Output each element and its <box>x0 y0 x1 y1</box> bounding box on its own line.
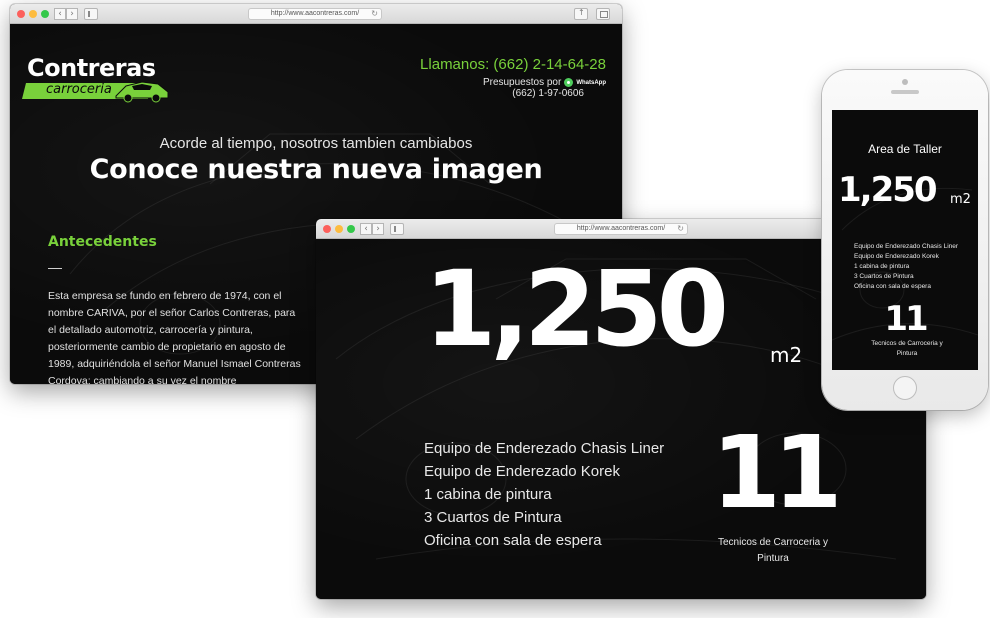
sidebar-toggle-icon[interactable] <box>84 8 98 20</box>
equipment-list: Equipo de Enderezado Chasis Liner Equipo… <box>424 437 664 552</box>
tagline: Acorde al tiempo, nosotros tambien cambi… <box>159 135 473 152</box>
quote-prefix: Presupuestos por <box>482 77 562 88</box>
address-bar-url: http://www.aacontreras.com/ <box>576 225 666 232</box>
section-divider <box>48 268 62 269</box>
navigation-buttons: ‹ › <box>54 8 78 20</box>
phone-camera <box>902 79 908 85</box>
list-item: 1 cabina de pintura <box>854 263 910 270</box>
reload-icon[interactable]: ↻ <box>677 224 684 234</box>
smartphone-mockup: Area de Taller 1,250 m2 Equipo de Endere… <box>822 70 988 410</box>
list-item: 3 Cuartos de Pintura <box>424 509 562 526</box>
back-button[interactable]: ‹ <box>54 8 66 20</box>
phone-number-link[interactable]: Llamanos: (662) 2-14-64-28 <box>420 56 606 73</box>
browser-toolbar: ‹ › http://www.aacontreras.com/ ↻ <box>10 4 622 24</box>
list-item: 3 Cuartos de Pintura <box>854 273 914 280</box>
list-item: 1 cabina de pintura <box>424 486 552 503</box>
zoom-window-button[interactable] <box>347 225 355 233</box>
logo-car-icon <box>115 81 169 103</box>
share-icon[interactable] <box>574 8 588 20</box>
window-controls <box>323 225 355 233</box>
window-controls <box>17 10 49 18</box>
history-paragraph: Esta empresa se fundo en febrero de 1974… <box>48 290 301 384</box>
address-bar-url: http://www.aacontreras.com/ <box>270 10 360 17</box>
phone-technicians-label: Tecnicos de Carroceria y Pintura <box>871 340 943 357</box>
workshop-area-value: 1,250 <box>424 248 729 370</box>
phone-equipment-list: Equipo de Enderezado Chasis Liner Equipo… <box>854 242 958 292</box>
close-window-button[interactable] <box>323 225 331 233</box>
page-headline: Conoce nuestra nueva imagen <box>89 154 543 185</box>
technicians-label: Tecnicos de Carroceria y Pintura <box>717 537 829 564</box>
navigation-buttons: ‹ › <box>360 223 384 235</box>
close-window-button[interactable] <box>17 10 25 18</box>
quote-line: Presupuestos por WhatsApp <box>420 77 606 88</box>
list-item: Oficina con sala de espera <box>424 532 602 549</box>
back-button[interactable]: ‹ <box>360 223 372 235</box>
reload-icon[interactable]: ↻ <box>371 9 378 19</box>
zoom-window-button[interactable] <box>41 10 49 18</box>
technicians-count: 11 <box>711 414 842 531</box>
phone-speaker <box>891 90 919 94</box>
list-item: Oficina con sala de espera <box>854 283 931 290</box>
sidebar-toggle-icon[interactable] <box>390 223 404 235</box>
phone-area-unit: m2 <box>950 192 971 207</box>
list-item: Equipo de Enderezado Chasis Liner <box>424 440 665 457</box>
list-item: Equipo de Enderezado Korek <box>854 253 939 260</box>
tabs-overview-icon[interactable] <box>596 8 610 20</box>
forward-button[interactable]: › <box>372 223 384 235</box>
phone-screen: Area de Taller 1,250 m2 Equipo de Endere… <box>832 110 978 370</box>
address-bar[interactable]: http://www.aacontreras.com/ ↻ <box>248 8 382 20</box>
company-logo[interactable]: Contreras carroceria <box>22 54 174 114</box>
phone-technicians-count: 11 <box>884 299 928 339</box>
whatsapp-icon <box>564 78 574 87</box>
whatsapp-number-link[interactable]: (662) 1-97-0606 <box>420 88 584 99</box>
list-item: Equipo de Enderezado Korek <box>424 463 620 480</box>
workshop-area-unit: m2 <box>770 343 803 367</box>
forward-button[interactable]: › <box>66 8 78 20</box>
logo-subtitle: carroceria <box>46 82 112 97</box>
home-button[interactable] <box>893 376 917 400</box>
minimize-window-button[interactable] <box>29 10 37 18</box>
phone-area-value: 1,250 <box>838 170 938 210</box>
phone-section-title: Area de Taller <box>868 142 942 156</box>
minimize-window-button[interactable] <box>335 225 343 233</box>
list-item: Equipo de Enderezado Chasis Liner <box>854 243 959 250</box>
section-title-antecedentes: Antecedentes <box>48 234 157 250</box>
whatsapp-label: WhatsApp <box>576 79 606 86</box>
address-bar[interactable]: http://www.aacontreras.com/ ↻ <box>554 223 688 235</box>
contact-info: Llamanos: (662) 2-14-64-28 Presupuestos … <box>420 56 606 99</box>
